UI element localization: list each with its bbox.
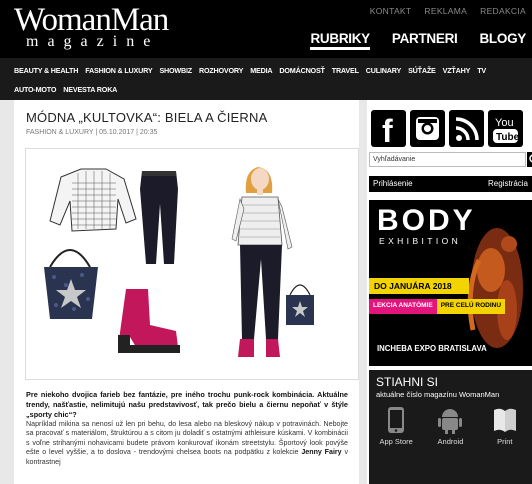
svg-text:You: You xyxy=(495,117,514,129)
svg-text:f: f xyxy=(382,113,393,147)
category-link[interactable]: SÚŤAŽE xyxy=(408,61,436,80)
category-link[interactable]: VZŤAHY xyxy=(443,61,471,80)
download-title: STIAHNI SI xyxy=(376,375,439,389)
article-illustration xyxy=(25,148,359,380)
model-figure-illustration xyxy=(231,167,314,357)
category-link[interactable]: ROZHOVORY xyxy=(199,61,243,80)
android-label: Android xyxy=(437,437,464,446)
category-link[interactable]: FASHION & LUXURY xyxy=(85,61,152,80)
nav-blogy[interactable]: BLOGY xyxy=(479,31,526,50)
body-exhibition-ad[interactable]: BODY EXHIBITION DO JANUÁRA 2018 LEKCIA A… xyxy=(369,200,532,366)
category-bar: BEAUTY & HEALTH FASHION & LUXURY SHOWBIZ… xyxy=(0,58,532,100)
article-body-highlight: Jenny Fairy xyxy=(301,448,342,457)
trousers-illustration xyxy=(140,171,178,264)
rss-icon[interactable] xyxy=(449,110,484,147)
register-link[interactable]: Registrácia xyxy=(488,179,528,189)
site-header: WomanMan magazine KONTAKT REKLAMA REDAKC… xyxy=(0,0,532,58)
ad-lecture: LEKCIA ANATÓMIE PRE CELÚ RODINU xyxy=(369,299,506,314)
search-button[interactable] xyxy=(527,152,532,167)
top-links: KONTAKT REKLAMA REDAKCIA xyxy=(370,6,526,16)
svg-text:Tube: Tube xyxy=(496,132,520,143)
ad-date: DO JANUÁRA 2018 xyxy=(369,278,469,294)
article-lead: Pre niekoho dvojica farieb bez fantázie,… xyxy=(26,390,348,419)
category-link[interactable]: BEAUTY & HEALTH xyxy=(14,61,78,80)
android-link[interactable]: Android xyxy=(426,406,474,446)
sidebar: f You Tube Vyhľadávanie Prihlásenie Regis… xyxy=(367,100,532,484)
article-body: Napríklad mikina sa nenosí už len pri be… xyxy=(26,420,348,467)
top-link-redakcia[interactable]: REDAKCIA xyxy=(480,6,526,16)
category-link[interactable]: CULINARY xyxy=(366,61,401,80)
article-title: MÓDNA „KULTOVKA“: BIELA A ČIERNA xyxy=(26,110,268,125)
article-body-text: Napríklad mikina sa nenosí už len pri be… xyxy=(26,420,348,457)
category-link[interactable]: DOMÁCNOSŤ xyxy=(279,61,325,80)
boot-illustration xyxy=(118,289,180,353)
bag-illustration xyxy=(44,249,98,319)
ad-subtitle: EXHIBITION xyxy=(379,236,462,246)
book-icon xyxy=(493,408,516,432)
category-link[interactable]: SHOWBIZ xyxy=(159,61,192,80)
ad-venue: INCHEBA EXPO BRATISLAVA xyxy=(377,344,487,353)
youtube-icon[interactable]: You Tube xyxy=(488,110,523,147)
search-icon xyxy=(529,154,532,163)
download-magazine-box: STIAHNI SI aktuálne číslo magazínu Woman… xyxy=(369,370,532,484)
social-icons: f You Tube xyxy=(371,110,523,147)
login-link[interactable]: Prihlásenie xyxy=(373,179,413,189)
article-meta: FASHION & LUXURY | 05.10.2017 | 20:35 xyxy=(26,129,158,136)
sweater-illustration xyxy=(49,168,137,232)
article: MÓDNA „KULTOVKA“: BIELA A ČIERNA FASHION… xyxy=(14,100,359,484)
instagram-icon[interactable] xyxy=(410,110,445,147)
category-link[interactable]: MEDIA xyxy=(250,61,272,80)
app-store-label: App Store xyxy=(379,437,413,446)
ad-lecture-label: LEKCIA ANATÓMIE xyxy=(369,299,437,314)
download-subtitle: aktuálne číslo magazínu WomanMan xyxy=(376,390,500,399)
main-nav: RUBRIKY PARTNERI BLOGY xyxy=(310,31,526,50)
nav-rubriky[interactable]: RUBRIKY xyxy=(310,31,370,50)
nav-partneri[interactable]: PARTNERI xyxy=(392,31,458,50)
top-link-kontakt[interactable]: KONTAKT xyxy=(370,6,412,16)
facebook-icon[interactable]: f xyxy=(371,110,406,147)
print-label: Print xyxy=(497,437,513,446)
ad-title: BODY xyxy=(377,204,476,237)
search-input[interactable]: Vyhľadávanie xyxy=(369,152,526,167)
fashion-sketch-image xyxy=(44,167,314,357)
category-link[interactable]: AUTO-MOTO xyxy=(14,80,56,99)
site-logo-subtitle: magazine xyxy=(26,33,160,50)
account-bar: Prihlásenie Registrácia xyxy=(369,176,532,192)
app-store-link[interactable]: App Store xyxy=(372,406,420,446)
ad-lecture-audience: PRE CELÚ RODINU xyxy=(436,299,506,314)
category-link[interactable]: TRAVEL xyxy=(332,61,359,80)
android-icon xyxy=(438,409,463,434)
top-link-reklama[interactable]: REKLAMA xyxy=(424,6,467,16)
phone-icon xyxy=(388,407,405,433)
category-link[interactable]: NEVESTA ROKA xyxy=(63,80,117,99)
print-link[interactable]: Print xyxy=(481,406,529,446)
category-link[interactable]: TV xyxy=(477,61,486,80)
